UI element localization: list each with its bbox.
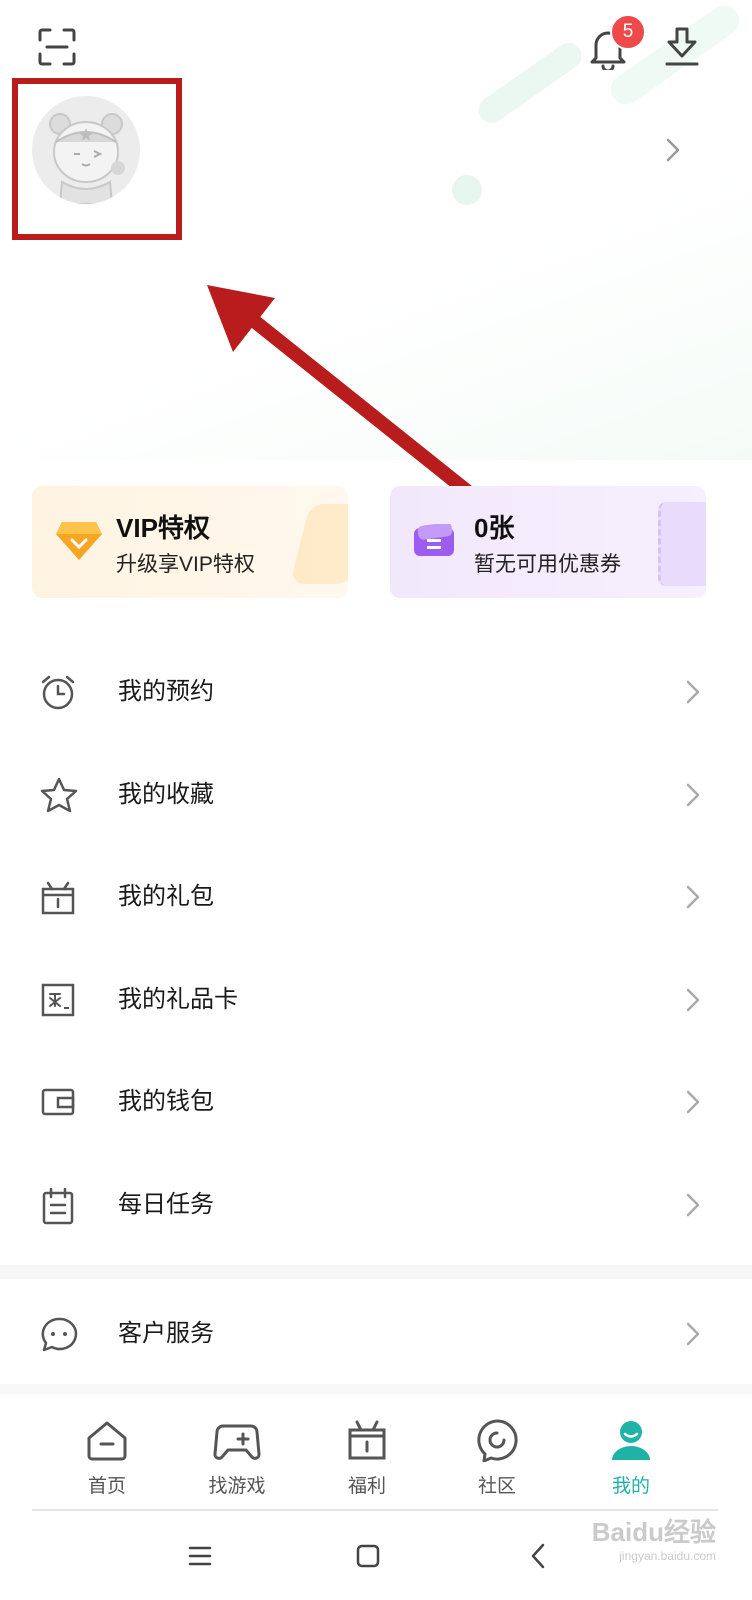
- menu-item-daily-tasks[interactable]: 每日任务: [0, 1153, 752, 1257]
- menu-item-gift-packs[interactable]: 我的礼包: [0, 845, 752, 949]
- menu-item-label: 我的礼包: [118, 883, 214, 910]
- menu-item-label: 每日任务: [118, 1191, 214, 1218]
- coupon-card[interactable]: 0张 暂无可用优惠券: [390, 486, 706, 598]
- gamepad-icon: [213, 1424, 261, 1460]
- chevron-right-icon: [686, 885, 700, 909]
- baidu-watermark: Baidu经验 jingyan.baidu.com: [566, 1512, 716, 1563]
- wallet-icon: [41, 1088, 75, 1116]
- gift-icon: [348, 1420, 386, 1460]
- menu-item-favorites[interactable]: 我的收藏: [0, 743, 752, 847]
- tab-label: 福利: [347, 1476, 386, 1497]
- menu-item-reservations[interactable]: 我的预约: [0, 640, 752, 744]
- menu-item-label: 客户服务: [118, 1320, 214, 1347]
- chat-bubble-icon: [41, 1317, 78, 1352]
- menu-item-customer-service[interactable]: 客户服务: [0, 1282, 752, 1386]
- vip-card-subtitle: 升级享VIP特权: [116, 553, 255, 576]
- tab-label: 首页: [87, 1476, 126, 1497]
- gift-card-icon: [41, 983, 75, 1017]
- tab-find-games[interactable]: 找游戏: [182, 1418, 292, 1498]
- coupon-card-subtitle: 暂无可用优惠券: [474, 553, 621, 576]
- coupon-card-decoration: [658, 502, 706, 586]
- chevron-right-icon: [686, 1322, 700, 1346]
- annotation-arrow: [207, 285, 519, 534]
- home-nav-icon[interactable]: [356, 1544, 380, 1568]
- menu-nav-icon[interactable]: [188, 1545, 212, 1567]
- tabbar-divider: [32, 1509, 718, 1511]
- profile-icon: [612, 1421, 650, 1460]
- menu-item-label: 我的钱包: [118, 1088, 214, 1115]
- tab-profile[interactable]: 我的: [576, 1418, 686, 1498]
- tab-benefits[interactable]: 福利: [312, 1418, 422, 1498]
- menu-item-label: 我的收藏: [118, 781, 214, 808]
- ticket-icon: [414, 524, 454, 556]
- back-nav-icon[interactable]: [530, 1543, 546, 1569]
- chevron-right-icon: [686, 1193, 700, 1217]
- chevron-right-icon: [686, 1090, 700, 1114]
- diamond-icon: [56, 522, 102, 560]
- chevron-right-icon: [686, 680, 700, 704]
- vip-card-decoration: [290, 504, 348, 584]
- chevron-right-icon: [686, 783, 700, 807]
- vip-card[interactable]: VIP特权 升级享VIP特权: [32, 486, 348, 598]
- task-list-icon: [42, 1187, 74, 1225]
- community-icon: [477, 1419, 518, 1463]
- menu-item-wallet[interactable]: 我的钱包: [0, 1050, 752, 1154]
- star-icon: [40, 777, 78, 813]
- tab-label: 我的: [611, 1476, 650, 1497]
- watermark-url: jingyan.baidu.com: [619, 1549, 716, 1563]
- gift-box-icon: [41, 881, 75, 915]
- menu-item-label: 我的预约: [118, 678, 214, 705]
- tab-community[interactable]: 社区: [442, 1418, 552, 1498]
- coupon-card-title: 0张: [474, 513, 515, 543]
- section-divider: [0, 1265, 752, 1279]
- menu-item-gift-cards[interactable]: 我的礼品卡: [0, 948, 752, 1052]
- tab-home[interactable]: 首页: [52, 1418, 162, 1498]
- watermark-brand: Baidu经验: [591, 1517, 716, 1547]
- vip-card-title: VIP特权: [116, 513, 210, 543]
- menu-item-label: 我的礼品卡: [118, 986, 238, 1013]
- tab-label: 社区: [477, 1476, 516, 1497]
- chevron-right-icon: [686, 988, 700, 1012]
- alarm-clock-icon: [41, 675, 75, 710]
- tab-label: 找游戏: [208, 1476, 266, 1497]
- section-divider: [0, 1384, 752, 1394]
- home-icon: [87, 1421, 127, 1461]
